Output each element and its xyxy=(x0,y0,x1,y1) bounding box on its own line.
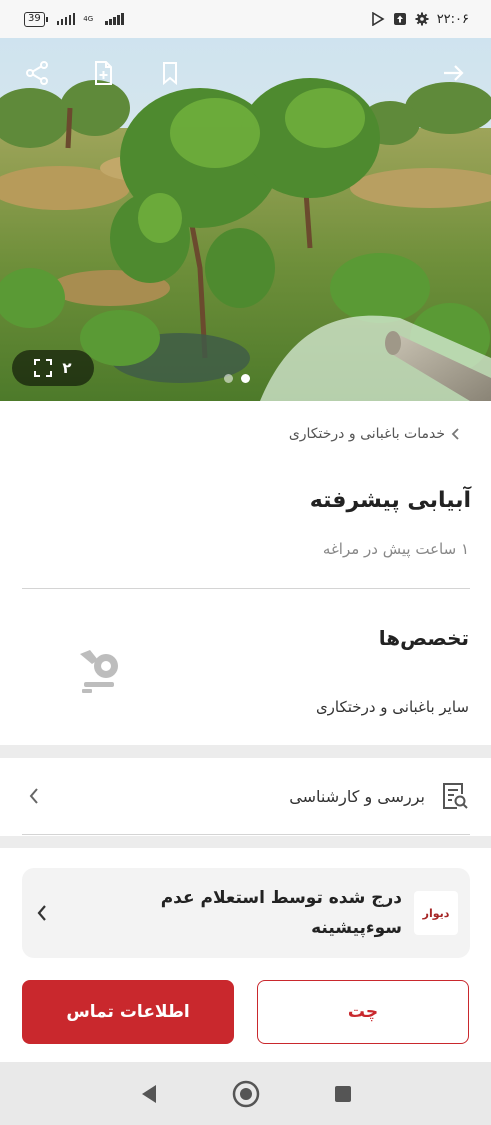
specialty-value: سایر باغبانی و درختکاری xyxy=(315,698,469,716)
nav-back-button[interactable] xyxy=(129,1074,169,1114)
bookmark-button[interactable] xyxy=(155,58,185,88)
verification-text: درج شده توسط استعلام عدم سوء‌پیشینه xyxy=(160,888,402,938)
orchard-photo-image xyxy=(0,38,491,401)
divider xyxy=(22,588,470,589)
carousel-dots xyxy=(224,374,250,383)
square-recents-icon xyxy=(334,1085,351,1102)
contact-info-button[interactable]: اطلاعات تماس xyxy=(22,980,234,1044)
carousel-dot-active[interactable] xyxy=(241,374,250,383)
listing-title: آبیابی پیشرفته xyxy=(309,488,471,513)
home-circle-icon xyxy=(232,1080,259,1107)
back-arrow-icon xyxy=(444,65,464,81)
section-separator xyxy=(0,836,491,848)
share-icon xyxy=(26,61,48,85)
chat-button[interactable]: چت xyxy=(257,980,469,1044)
divider xyxy=(22,834,470,835)
bottom-action-bar: اطلاعات تماس چت xyxy=(0,962,491,1060)
photo-count: ۲ xyxy=(62,359,72,377)
document-search-icon xyxy=(443,783,468,809)
status-bar: 39 4G ۲۲:۰۶ xyxy=(0,0,491,38)
signal-icon xyxy=(56,13,76,25)
breadcrumb[interactable]: خدمات باغبانی و درختکاری xyxy=(289,426,461,442)
breadcrumb-label: خدمات باغبانی و درختکاری xyxy=(288,426,445,442)
back-button[interactable] xyxy=(438,58,468,88)
status-left: 39 4G xyxy=(24,11,124,27)
review-right: بررسی و کارشناسی xyxy=(289,781,469,811)
network-label: 4G xyxy=(83,14,94,23)
fullscreen-icon xyxy=(34,359,53,377)
nav-home-button[interactable] xyxy=(226,1074,266,1114)
share-button[interactable] xyxy=(22,58,52,88)
settings-gear-icon xyxy=(415,12,429,26)
photo-counter[interactable]: ۲ xyxy=(12,350,94,386)
chevron-left-icon xyxy=(29,788,38,804)
system-navigation-bar xyxy=(0,1062,491,1125)
listing-posted-time: ۱ ساعت پیش در مراغه xyxy=(322,540,469,558)
add-note-button[interactable] xyxy=(88,58,118,88)
listing-photo[interactable]: ۲ xyxy=(0,38,491,401)
carousel-dot[interactable] xyxy=(224,374,233,383)
section-separator xyxy=(0,745,491,758)
status-right: ۲۲:۰۶ xyxy=(371,12,469,27)
divar-logo: دیوار xyxy=(414,891,458,935)
bookmark-icon xyxy=(163,62,177,86)
battery-indicator: 39 xyxy=(24,11,48,27)
verification-card[interactable]: دیوار درج شده توسط استعلام عدم سوء‌پیشین… xyxy=(22,868,470,958)
review-label: بررسی و کارشناسی xyxy=(289,786,425,806)
sheypoor-logo-icon xyxy=(80,650,118,693)
chevron-left-icon xyxy=(37,905,46,921)
triangle-back-icon xyxy=(141,1084,156,1103)
upload-icon xyxy=(393,13,406,25)
note-add-icon xyxy=(95,61,112,85)
play-store-icon xyxy=(371,12,385,26)
nav-recents-button[interactable] xyxy=(323,1074,363,1114)
specialty-heading: تخصص‌ها xyxy=(378,626,469,650)
status-clock: ۲۲:۰۶ xyxy=(436,11,469,27)
review-inspection-row[interactable]: بررسی و کارشناسی xyxy=(0,758,491,834)
chevron-left-icon xyxy=(451,428,459,440)
sheypoor-watermark xyxy=(76,646,124,696)
signal-icon-2 xyxy=(105,13,124,25)
